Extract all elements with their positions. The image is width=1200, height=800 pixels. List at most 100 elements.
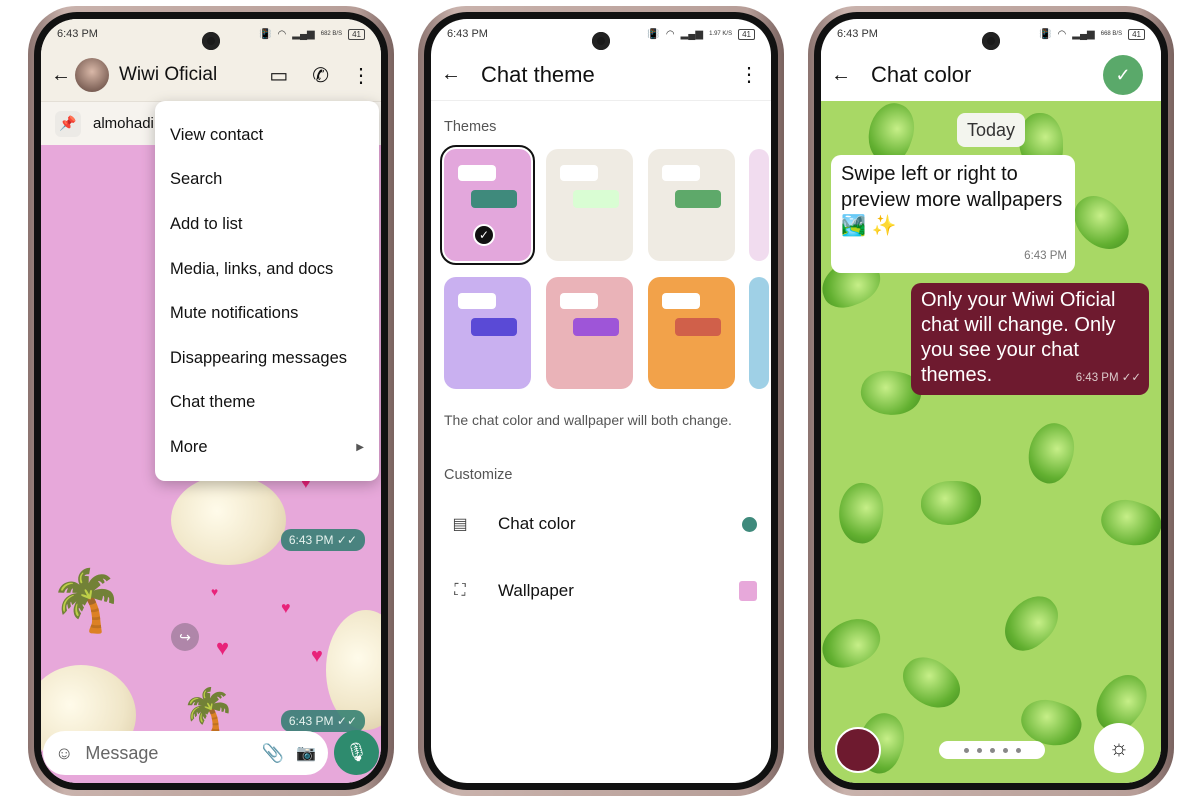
theme-thumbnail[interactable] — [546, 277, 633, 389]
back-arrow-icon[interactable]: ← — [831, 64, 851, 87]
wallpaper-label: Wallpaper — [498, 581, 574, 600]
incoming-message: Swipe left or right to preview more wall… — [831, 155, 1075, 273]
lettuce-decoration — [1064, 185, 1138, 261]
chat-header: ← Wiwi Oficial ▭ ✆ ⋮ — [41, 49, 381, 101]
menu-item-view-contact[interactable]: View contact — [155, 113, 379, 158]
page-indicator — [939, 741, 1045, 759]
menu-item-media[interactable]: Media, links, and docs — [155, 247, 379, 292]
message-input-bar[interactable]: ☺ Message 📎 📷 — [43, 731, 328, 775]
menu-item-chat-theme[interactable]: Chat theme — [155, 381, 379, 426]
preview-bubble-out — [471, 318, 517, 336]
chat-color-label: Chat color — [498, 514, 576, 533]
menu-item-search[interactable]: Search — [155, 158, 379, 203]
outgoing-time: 6:43 PM ✓✓ — [1075, 372, 1141, 384]
wifi-icon: ◠ — [665, 28, 675, 40]
theme-thumbnail[interactable]: ✓ — [440, 145, 535, 265]
camera-cutout — [202, 32, 220, 50]
video-call-icon[interactable]: ▭ — [269, 63, 288, 88]
status-time: 6:43 PM — [837, 28, 878, 40]
incoming-time: 6:43 PM — [1024, 250, 1067, 262]
wallpaper-swatch — [739, 581, 757, 601]
submenu-arrow-icon: ▶ — [356, 441, 364, 453]
menu-item-more[interactable]: More ▶ — [155, 425, 379, 470]
contact-name[interactable]: Wiwi Oficial — [119, 64, 259, 86]
menu-item-more-label: More — [170, 437, 208, 456]
menu-item-mute[interactable]: Mute notifications — [155, 291, 379, 336]
forward-icon[interactable]: ↪ — [171, 623, 199, 651]
brightness-icon: ☼ — [1108, 735, 1130, 760]
chat-color-row[interactable]: ▤ Chat color — [444, 504, 757, 544]
theme-thumbnail[interactable] — [444, 277, 531, 389]
signal-icon: ▂▄▆ — [680, 28, 704, 40]
battery-icon: 41 — [1128, 28, 1145, 40]
wifi-icon: ◠ — [277, 28, 287, 40]
phone-call-icon[interactable]: ✆ — [312, 63, 329, 88]
preview-bubble-out — [675, 318, 721, 336]
preview-bubble-in — [662, 165, 700, 181]
lettuce-decoration — [893, 646, 969, 720]
lettuce-decoration — [1020, 417, 1082, 489]
wallpaper-icon: ⛶ — [454, 582, 466, 599]
wallpaper-row[interactable]: ⛶ Wallpaper — [444, 571, 757, 611]
preview-bubble-in — [560, 293, 598, 309]
selected-check-icon: ✓ — [473, 224, 495, 246]
theme-thumbnail[interactable] — [648, 277, 735, 389]
preview-bubble-in — [458, 165, 496, 181]
color-picker-button[interactable] — [835, 727, 881, 773]
signal-icon: ▂▄▆ — [292, 28, 315, 40]
phone-chat-color: 6:43 PM 📳 ◠ ▂▄▆ 668 B/S 41 ← Chat color ✓ Tod… — [808, 6, 1174, 796]
brightness-button[interactable]: ☼ — [1094, 723, 1144, 773]
emoji-icon[interactable]: ☺ — [55, 743, 73, 764]
camera-cutout — [982, 32, 1000, 50]
camera-icon[interactable]: 📷 — [296, 743, 316, 763]
vibrate-icon: 📳 — [647, 28, 660, 40]
message-bubble[interactable]: 6:43 PM ✓✓ — [280, 529, 365, 551]
customize-label: Customize — [444, 467, 513, 483]
mic-icon: 🎙 — [345, 742, 368, 762]
pin-icon: 📌 — [55, 110, 81, 137]
status-time: 6:43 PM — [57, 28, 98, 40]
back-arrow-icon[interactable]: ← — [441, 63, 461, 86]
app-bar: ← Chat color ✓ — [821, 49, 1161, 101]
vibrate-icon: 📳 — [1039, 28, 1052, 40]
page-title: Chat color — [871, 62, 972, 87]
phone-chat-theme: 6:43 PM 📳 ◠ ▂▄▆ 1.97 K/S 41 ← Chat theme ⋮ Th… — [418, 6, 784, 796]
signal-icon: ▂▄▆ — [1072, 28, 1095, 40]
attach-icon[interactable]: 📎 — [262, 743, 284, 764]
vibrate-icon: 📳 — [259, 28, 272, 40]
network-speed: 1.97 K/S — [709, 31, 733, 37]
preview-bubble-in — [662, 293, 700, 309]
theme-thumbnail[interactable] — [749, 277, 769, 389]
camera-cutout — [592, 32, 610, 50]
theme-thumbnail[interactable] — [749, 149, 769, 261]
pinned-text: almohadi — [93, 115, 154, 132]
lettuce-decoration — [921, 481, 981, 525]
preview-bubble-in — [458, 293, 496, 309]
outgoing-message: Only your Wiwi Oficial chat will change.… — [911, 283, 1149, 395]
message-input[interactable]: Message — [85, 743, 249, 764]
wallpaper-preview[interactable]: Today Swipe left or right to preview mor… — [821, 97, 1161, 783]
theme-thumbnail[interactable] — [546, 149, 633, 261]
lettuce-decoration — [993, 586, 1069, 660]
chat-color-swatch — [742, 516, 757, 532]
mic-button[interactable]: 🎙 — [334, 730, 379, 775]
menu-item-add-to-list[interactable]: Add to list — [155, 202, 379, 247]
phone-chat-menu: 6:43 PM 📳 ◠ ▂▄▆ 682 B/S 41 ← Wiwi Oficial ▭ ✆… — [28, 6, 394, 796]
lettuce-decoration — [821, 612, 887, 674]
more-options-icon[interactable]: ⋮ — [351, 63, 371, 88]
more-options-icon[interactable]: ⋮ — [739, 62, 759, 87]
theme-description: The chat color and wallpaper will both c… — [444, 412, 732, 428]
menu-item-disappearing[interactable]: Disappearing messages — [155, 336, 379, 381]
battery-icon: 41 — [348, 28, 365, 40]
battery-icon: 41 — [738, 28, 755, 40]
preview-bubble-in — [560, 165, 598, 181]
avatar[interactable] — [75, 58, 109, 92]
theme-thumbnail[interactable] — [648, 149, 735, 261]
confirm-button[interactable]: ✓ — [1103, 55, 1143, 95]
lettuce-decoration — [1095, 492, 1161, 554]
incoming-text: Swipe left or right to preview more wall… — [841, 163, 1063, 237]
network-speed: 668 B/S — [1100, 31, 1123, 37]
themes-label: Themes — [444, 119, 497, 135]
back-arrow-icon[interactable]: ← — [51, 64, 71, 87]
message-bubble[interactable]: 6:43 PM ✓✓ — [280, 710, 365, 732]
